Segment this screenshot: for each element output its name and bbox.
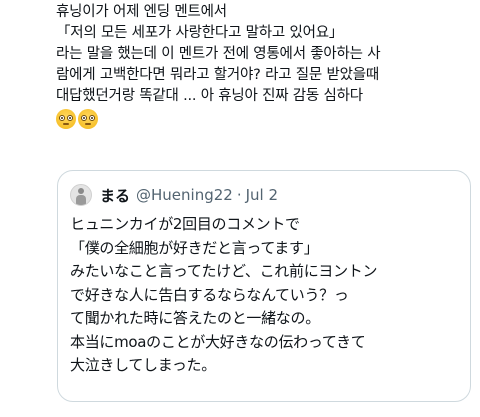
tweet-text-line: 휴닝이가 어제 엔딩 멘트에서 xyxy=(56,4,227,20)
quoted-text-line: ヒュニンカイが2回目のコメントで xyxy=(70,215,300,233)
quoted-text-line: みたいなこと言ってたけど、これ前にヨントン xyxy=(70,262,378,280)
quoted-tweet-header: まる @Huening22 · Jul 2 xyxy=(70,183,278,207)
pleading-face-emoji-icon xyxy=(78,109,98,129)
quoted-author-name[interactable]: まる xyxy=(100,185,130,206)
quoted-text-line: で好きな人に告白するならなんていう？っ xyxy=(70,285,349,304)
tweet-body: 휴닝이가 어제 엔딩 멘트에서 「저의 모든 세포가 사랑한다고 말하고 있어요… xyxy=(56,0,476,131)
tweet-text-line: 람에게 고백한다면 뭐라고 할거야? 라고 질문 받았을때 xyxy=(56,67,380,83)
quoted-text-line: 「僕の全細胞が好きだと言ってます」 xyxy=(70,238,319,257)
quoted-text-line: 大泣きしてしまった。 xyxy=(70,356,216,374)
quoted-tweet-date[interactable]: Jul 2 xyxy=(246,186,278,204)
tweet-text-line: 「저의 모든 세포가 사랑한다고 말하고 있어요」 xyxy=(56,25,344,41)
quoted-author-handle[interactable]: @Huening22 xyxy=(136,186,233,204)
tweet-text-line: 대답했던거랑 똑같대 ... 아 휴닝아 진짜 감동 심하다 xyxy=(56,88,363,104)
quoted-tweet-card[interactable]: まる @Huening22 · Jul 2 ヒュニンカイが2回目のコメントで 「… xyxy=(57,170,471,402)
tweet-text-line: 라는 말을 했는데 이 멘트가 전에 영통에서 좋아하는 사 xyxy=(56,46,381,62)
avatar[interactable] xyxy=(70,184,92,206)
quoted-text-line: 本当にmoaのことが大好きなの伝わってきて xyxy=(70,332,366,351)
pleading-face-emoji-icon xyxy=(56,109,76,129)
separator-dot: · xyxy=(236,186,242,204)
emoji-row xyxy=(56,107,476,131)
quoted-text-line: て聞かれた時に答えたのと一緒なの。 xyxy=(70,309,320,327)
quoted-tweet-text: ヒュニンカイが2回目のコメントで 「僕の全細胞が好きだと言ってます」 みたいなこ… xyxy=(70,213,462,378)
